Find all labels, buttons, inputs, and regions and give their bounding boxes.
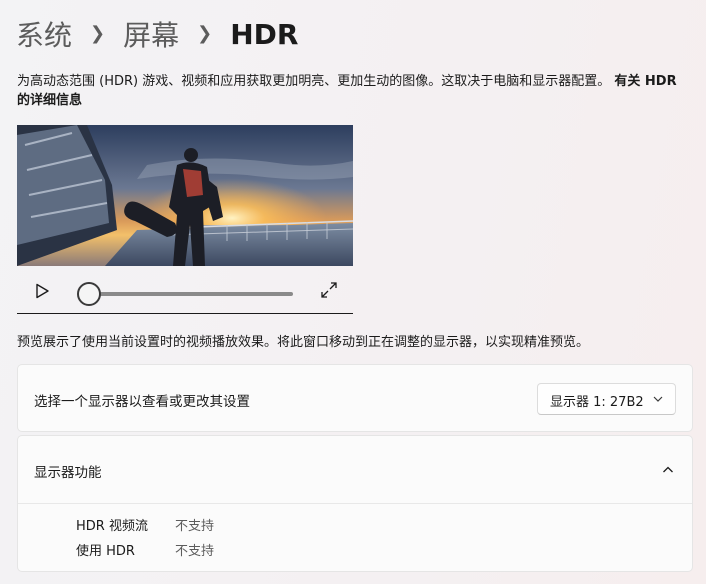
display-dropdown-value: 显示器 1: 27B2 — [550, 395, 644, 410]
chevron-down-icon — [653, 396, 663, 402]
description-text: 为高动态范围 (HDR) 游戏、视频和应用获取更加明亮、更加生动的图像。这取决于… — [17, 74, 611, 89]
video-controls — [17, 266, 353, 314]
feature-value: 不支持 — [175, 519, 215, 534]
page-title: HDR — [230, 17, 299, 51]
feature-value: 不支持 — [175, 544, 215, 559]
chevron-right-icon: ❯ — [90, 22, 106, 44]
display-select-label: 选择一个显示器以查看或更改其设置 — [34, 394, 250, 410]
display-features-header[interactable]: 显示器功能 — [18, 436, 692, 504]
video-seek-track[interactable] — [99, 292, 293, 296]
breadcrumb-item-system[interactable]: 系统 — [16, 14, 72, 54]
feature-name: 使用 HDR — [76, 544, 135, 559]
play-icon[interactable] — [33, 282, 51, 300]
fullscreen-icon[interactable] — [320, 281, 338, 299]
video-frame — [17, 125, 353, 266]
chevron-up-icon[interactable] — [662, 464, 674, 476]
preview-note: 预览展示了使用当前设置时的视频播放效果。将此窗口移动到正在调整的显示器，以实现精… — [17, 335, 590, 350]
breadcrumb-item-display[interactable]: 屏幕 — [123, 14, 179, 54]
hdr-preview-video — [17, 125, 353, 266]
display-features-card: 显示器功能 HDR 视频流 不支持 使用 HDR 不支持 — [17, 435, 693, 572]
chevron-right-icon: ❯ — [197, 22, 213, 44]
feature-name: HDR 视频流 — [76, 519, 148, 534]
feature-row-hdr-streaming: HDR 视频流 不支持 — [76, 515, 214, 534]
video-seek-thumb[interactable] — [77, 282, 101, 306]
display-dropdown[interactable]: 显示器 1: 27B2 — [537, 383, 676, 415]
display-features-title: 显示器功能 — [34, 465, 102, 481]
display-select-card: 选择一个显示器以查看或更改其设置 显示器 1: 27B2 — [17, 364, 693, 432]
feature-row-use-hdr: 使用 HDR 不支持 — [76, 540, 214, 559]
page-description: 为高动态范围 (HDR) 游戏、视频和应用获取更加明亮、更加生动的图像。这取决于… — [17, 72, 689, 110]
breadcrumb: 系统 ❯ 屏幕 ❯ HDR — [16, 14, 298, 54]
